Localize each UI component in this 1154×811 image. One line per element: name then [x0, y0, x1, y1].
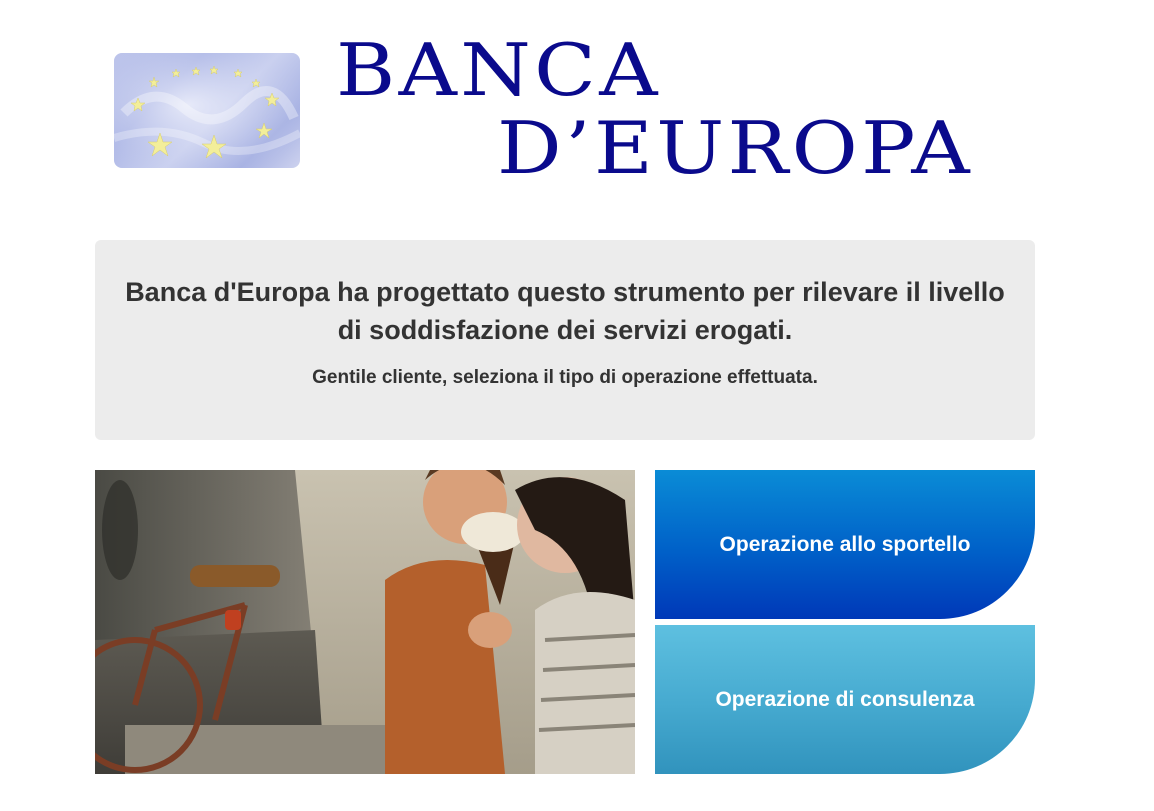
eu-stars-logo-icon: [114, 53, 300, 168]
brand-name-line2: D’EUROPA: [497, 106, 973, 190]
brand-name-line1: BANCA: [336, 28, 661, 112]
survey-landing-page: BANCA D’EUROPA Banca d'Europa ha progett…: [0, 0, 1154, 811]
photo-children-ice-cream-icon: [95, 470, 635, 774]
operazione-sportello-button[interactable]: Operazione allo sportello: [655, 470, 1035, 619]
operazione-consulenza-button[interactable]: Operazione di consulenza: [655, 625, 1035, 774]
intro-instruction: Gentile cliente, seleziona il tipo di op…: [312, 367, 818, 388]
intro-heading: Banca d'Europa ha progettato questo stru…: [125, 277, 1005, 345]
intro-panel: Banca d'Europa ha progettato questo stru…: [95, 240, 1035, 440]
operazione-sportello-label: Operazione allo sportello: [719, 532, 971, 556]
operazione-consulenza-label: Operazione di consulenza: [715, 687, 975, 711]
